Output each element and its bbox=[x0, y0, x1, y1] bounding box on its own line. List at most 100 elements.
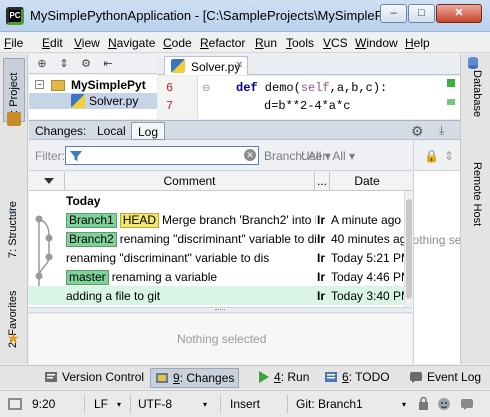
pane-splitter[interactable] bbox=[29, 307, 412, 313]
caret-position[interactable]: 9:20 bbox=[32, 397, 55, 411]
hide-icon[interactable]: ⇤ bbox=[101, 57, 115, 71]
pycharm-app-icon[interactable]: PC bbox=[6, 7, 24, 25]
editor-tab-bar: Solver.py ✕ bbox=[158, 54, 460, 75]
chevron-down-icon: ▾ bbox=[117, 400, 122, 409]
editor-gutter: 6 7 bbox=[158, 76, 198, 119]
branch-badge[interactable]: Branch2 bbox=[66, 232, 117, 247]
commit-message-cell: Branch2 renaming "discriminant" variable … bbox=[66, 232, 316, 247]
menu-tools[interactable]: Tools bbox=[286, 36, 314, 50]
vcs-changes-strip-icon[interactable] bbox=[7, 112, 21, 126]
chevron-down-icon: ▾ bbox=[402, 400, 407, 409]
changed-files-pane: Nothing selected bbox=[29, 314, 412, 364]
tree-node-project-root[interactable]: − MySimplePyt bbox=[29, 77, 157, 93]
menu-help[interactable]: Help bbox=[405, 36, 430, 50]
user-filter-dropdown[interactable]: User: All ▾ bbox=[301, 149, 355, 163]
readonly-lock-icon[interactable] bbox=[418, 397, 429, 410]
project-toolbar: ⊕ ⇕ ⚙ ⇤ bbox=[29, 54, 157, 74]
table-row[interactable]: renaming "discriminant" variable to dis … bbox=[29, 248, 404, 267]
log-date-group: Today bbox=[66, 194, 101, 208]
insert-mode[interactable]: Insert bbox=[230, 397, 260, 411]
run-icon bbox=[259, 371, 269, 383]
table-row[interactable]: Branch1HEADMerge branch 'Branch2' into B… bbox=[29, 210, 404, 229]
menu-edit[interactable]: Edit bbox=[42, 36, 63, 50]
fold-marker-icon[interactable]: ⊖ bbox=[202, 83, 210, 94]
commit-date: Today 4:46 PM bbox=[331, 270, 404, 284]
head-badge[interactable]: HEAD bbox=[119, 213, 160, 228]
favorites-star-icon: ★ bbox=[7, 330, 20, 346]
menu-refactor[interactable]: Refactor bbox=[200, 36, 245, 50]
editor-tab-solver[interactable]: Solver.py ✕ bbox=[164, 56, 248, 75]
error-stripe-marker[interactable] bbox=[447, 99, 455, 105]
scrollbar-thumb[interactable] bbox=[406, 199, 412, 299]
tool-windows-icon[interactable] bbox=[8, 398, 22, 410]
column-date[interactable]: Date bbox=[329, 172, 404, 191]
commit-message: Merge branch 'Branch2' into Branch1 bbox=[162, 213, 316, 227]
todo-icon bbox=[325, 372, 337, 382]
tab-close-icon[interactable]: ✕ bbox=[235, 60, 243, 71]
todo-tool-button[interactable]: 6: TODO bbox=[320, 368, 394, 388]
menu-vcs[interactable]: VCS bbox=[323, 36, 348, 50]
branch-badge[interactable]: Branch1 bbox=[66, 213, 117, 228]
changes-icon bbox=[156, 373, 168, 383]
scroll-from-source-icon[interactable]: ⊕ bbox=[35, 57, 49, 71]
lock-icon[interactable]: 🔒 bbox=[424, 149, 439, 163]
menu-file[interactable]: File bbox=[4, 36, 23, 50]
menu-window[interactable]: Window bbox=[355, 36, 398, 50]
settings-gear-icon[interactable]: ⚙ bbox=[411, 123, 424, 140]
maximize-button[interactable]: □ bbox=[408, 4, 435, 23]
event-log-icon bbox=[410, 372, 422, 383]
hide-tool-window-icon[interactable]: ⤓ bbox=[439, 123, 444, 138]
status-bar: 9:20 LF ▾ UTF-8 ▾ Insert Git: Branch1 ▾ bbox=[0, 390, 490, 417]
expand-icon[interactable]: ⇕ bbox=[444, 149, 454, 163]
details-empty-text: Nothing selected bbox=[413, 233, 460, 247]
column-author[interactable]: ... bbox=[314, 172, 329, 191]
table-row-selected[interactable]: adding a file to git Ir Today 3:40 PM bbox=[29, 286, 404, 305]
inspection-ok-marker[interactable] bbox=[447, 79, 455, 87]
project-tree: − MySimplePyt Solver.py bbox=[29, 75, 157, 119]
changes-title: Changes: bbox=[35, 124, 87, 138]
title-bar: PC MySimplePythonApplication - [C:\Sampl… bbox=[0, 0, 490, 32]
tab-log[interactable]: Log bbox=[131, 122, 166, 140]
event-log-button[interactable]: Event Log bbox=[405, 368, 485, 388]
column-comment[interactable]: Comment bbox=[64, 172, 314, 191]
git-branch[interactable]: Git: Branch1 bbox=[296, 397, 363, 411]
collapse-all-icon[interactable]: ⇕ bbox=[57, 57, 71, 71]
splitter-grip[interactable] bbox=[215, 309, 225, 311]
python-file-icon bbox=[71, 94, 85, 108]
filter-input[interactable] bbox=[65, 146, 259, 165]
changes-tool-button[interactable]: 9: Changes bbox=[150, 368, 240, 388]
menu-run[interactable]: Run bbox=[255, 36, 277, 50]
table-row[interactable]: Branch2 renaming "discriminant" variable … bbox=[29, 229, 404, 248]
clear-filter-icon[interactable]: ✕ bbox=[244, 149, 256, 161]
filter-funnel-icon[interactable] bbox=[69, 149, 83, 163]
notifications-icon[interactable] bbox=[460, 397, 474, 411]
settings-gear-icon[interactable]: ⚙ bbox=[79, 57, 93, 71]
file-encoding[interactable]: UTF-8 bbox=[138, 397, 172, 411]
table-row[interactable]: master renaming a variable Ir Today 4:46 … bbox=[29, 267, 404, 286]
commit-author: Ir bbox=[317, 251, 326, 265]
close-window-button[interactable]: ✕ bbox=[436, 4, 482, 23]
minimize-button[interactable]: – bbox=[380, 4, 407, 23]
menu-view[interactable]: View bbox=[74, 36, 100, 50]
branch-badge[interactable]: master bbox=[66, 270, 109, 285]
remote-host-tool-label: Remote Host bbox=[471, 162, 483, 227]
window-title: MySimplePythonApplication - [C:\SamplePr… bbox=[30, 8, 380, 23]
remote-host-tool-tab[interactable]: Remote Host bbox=[463, 150, 485, 240]
divider bbox=[130, 395, 131, 413]
details-toolbar: 🔒 ⇕ bbox=[414, 141, 460, 171]
hector-inspector-icon[interactable] bbox=[436, 396, 452, 412]
menu-code[interactable]: Code bbox=[163, 36, 192, 50]
commit-date: A minute ago bbox=[331, 213, 402, 227]
run-tool-button[interactable]: 4: Run bbox=[252, 368, 313, 388]
column-graph[interactable] bbox=[29, 172, 64, 191]
line-separator[interactable]: LF bbox=[94, 397, 108, 411]
tab-local[interactable]: Local bbox=[91, 122, 132, 140]
log-scrollbar[interactable] bbox=[404, 191, 412, 307]
code-editor[interactable]: 6 7 ⊖ def demo(self,a,b,c): d=b**2-4*a*c bbox=[158, 76, 460, 119]
menu-navigate[interactable]: Navigate bbox=[108, 36, 155, 50]
version-control-button[interactable]: Version Control bbox=[40, 368, 148, 388]
database-tool-tab[interactable]: Database bbox=[463, 60, 485, 130]
tree-node-solver-file[interactable]: Solver.py bbox=[29, 93, 157, 109]
commit-date: 40 minutes ago bbox=[331, 232, 404, 246]
collapse-toggle-icon[interactable]: − bbox=[35, 80, 44, 89]
